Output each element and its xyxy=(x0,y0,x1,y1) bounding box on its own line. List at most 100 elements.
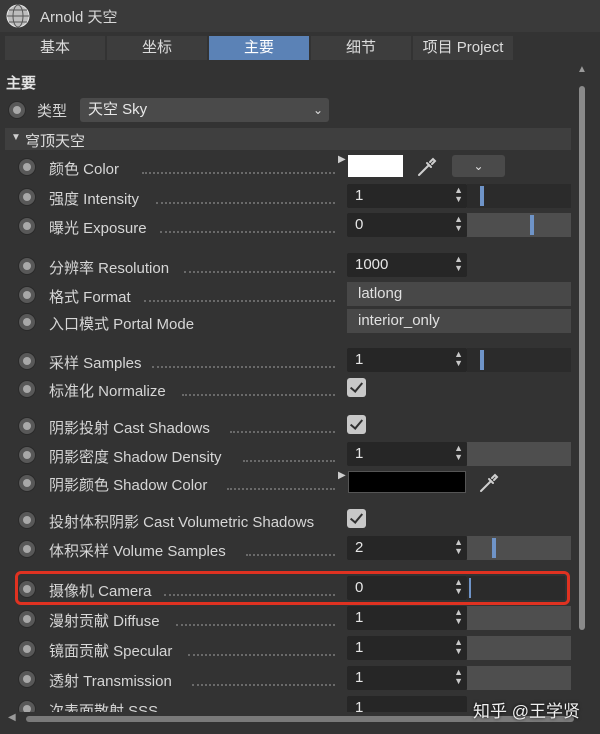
param-row-portal-mode: 入口模式 Portal Mode interior_only xyxy=(0,309,575,335)
intensity-slider[interactable] xyxy=(467,184,571,208)
eyedropper-icon[interactable] xyxy=(476,470,502,496)
tab-basic[interactable]: 基本 xyxy=(5,36,105,60)
stepper-icon[interactable]: ▲ ▼ xyxy=(454,538,463,556)
param-label: 体积采样 Volume Samples xyxy=(49,543,226,560)
normalize-keyframe-icon[interactable] xyxy=(18,380,36,398)
param-row-specular: 镜面贡献 Specular 1 ▲ ▼ xyxy=(0,636,575,662)
eyedropper-icon[interactable] xyxy=(414,154,440,180)
transmission-slider[interactable] xyxy=(467,666,571,690)
specular-field[interactable]: 1 ▲ ▼ xyxy=(347,636,467,660)
exposure-keyframe-icon[interactable] xyxy=(18,217,36,235)
expand-arrow-icon[interactable]: ▶ xyxy=(338,154,346,165)
leader-dots xyxy=(142,172,335,174)
volume-samples-keyframe-icon[interactable] xyxy=(18,540,36,558)
volume-samples-slider[interactable] xyxy=(467,536,571,560)
shadow-color-keyframe-icon[interactable] xyxy=(18,474,36,492)
exposure-slider[interactable] xyxy=(467,213,571,237)
resolution-field[interactable]: 1000 ▲ ▼ xyxy=(347,253,467,277)
tab-coordinates[interactable]: 坐标 xyxy=(107,36,207,60)
param-label: 分辨率 Resolution xyxy=(49,260,170,277)
param-row-shadow-color: 阴影颜色 Shadow Color ▶ xyxy=(0,470,575,496)
slider-handle[interactable] xyxy=(492,538,496,558)
volume-samples-field[interactable]: 2 ▲ ▼ xyxy=(347,536,467,560)
shadow-density-slider[interactable] xyxy=(467,442,571,466)
stepper-icon[interactable]: ▲ ▼ xyxy=(454,668,463,686)
stepper-icon[interactable]: ▲ ▼ xyxy=(454,255,463,273)
samples-keyframe-icon[interactable] xyxy=(18,352,36,370)
collapse-arrow-icon[interactable]: ▼ xyxy=(11,132,21,143)
stepper-icon[interactable]: ▲ ▼ xyxy=(454,186,463,204)
intensity-keyframe-icon[interactable] xyxy=(18,188,36,206)
color-keyframe-icon[interactable] xyxy=(18,158,36,176)
stepper-icon[interactable]: ▲ ▼ xyxy=(454,350,463,368)
stepper-icon[interactable]: ▲ ▼ xyxy=(454,638,463,656)
specular-slider[interactable] xyxy=(467,636,571,660)
intensity-field[interactable]: 1 ▲ ▼ xyxy=(347,184,467,208)
cast-volumetric-shadows-keyframe-icon[interactable] xyxy=(18,511,36,529)
sky-sphere-icon xyxy=(6,4,30,28)
slider-handle[interactable] xyxy=(480,186,484,206)
window-title: Arnold 天空 xyxy=(40,9,118,26)
shadow-density-field[interactable]: 1 ▲ ▼ xyxy=(347,442,467,466)
scroll-left-arrow-icon[interactable]: ◀ xyxy=(8,712,16,723)
format-keyframe-icon[interactable] xyxy=(18,286,36,304)
type-value: 天空 Sky xyxy=(88,101,148,118)
chevron-down-icon: ⌄ xyxy=(312,103,323,117)
field-value: 1 xyxy=(355,669,364,686)
portal-mode-keyframe-icon[interactable] xyxy=(18,313,36,331)
leader-dots xyxy=(160,231,335,233)
param-label: 投射体积阴影 Cast Volumetric Shadows xyxy=(49,514,315,531)
stepper-icon[interactable]: ▲ ▼ xyxy=(454,608,463,626)
type-dropdown[interactable]: 天空 Sky ⌄ xyxy=(80,98,329,122)
field-value: 1 xyxy=(355,351,364,368)
param-label: 标准化 Normalize xyxy=(49,383,166,400)
param-label: 镜面贡献 Specular xyxy=(49,643,173,660)
shadow-density-keyframe-icon[interactable] xyxy=(18,446,36,464)
tab-details[interactable]: 细节 xyxy=(311,36,411,60)
cast-shadows-keyframe-icon[interactable] xyxy=(18,417,36,435)
leader-dots xyxy=(176,624,335,626)
param-row-volume-samples: 体积采样 Volume Samples 2 ▲ ▼ xyxy=(0,536,575,562)
samples-slider[interactable] xyxy=(467,348,571,372)
stepper-icon[interactable]: ▲ ▼ xyxy=(454,215,463,233)
cast-volumetric-shadows-checkbox[interactable] xyxy=(347,509,366,528)
leader-dots xyxy=(246,554,335,556)
diffuse-slider[interactable] xyxy=(467,606,571,630)
sss-field[interactable]: 1 xyxy=(347,696,467,712)
field-value: 2 xyxy=(355,539,364,556)
cast-shadows-checkbox[interactable] xyxy=(347,415,366,434)
diffuse-field[interactable]: 1 ▲ ▼ xyxy=(347,606,467,630)
tab-project[interactable]: 项目 Project xyxy=(413,36,513,60)
sss-keyframe-icon[interactable] xyxy=(18,700,36,712)
group-header-dome-sky[interactable]: ▼ 穹顶天空 xyxy=(5,128,571,150)
transmission-field[interactable]: 1 ▲ ▼ xyxy=(347,666,467,690)
resolution-keyframe-icon[interactable] xyxy=(18,257,36,275)
param-label: 阴影颜色 Shadow Color xyxy=(49,477,208,494)
portal-mode-field[interactable]: interior_only xyxy=(347,309,571,333)
slider-handle[interactable] xyxy=(530,215,534,235)
samples-field[interactable]: 1 ▲ ▼ xyxy=(347,348,467,372)
param-row-normalize: 标准化 Normalize xyxy=(0,376,575,402)
exposure-field[interactable]: 0 ▲ ▼ xyxy=(347,213,467,237)
expand-arrow-icon[interactable]: ▶ xyxy=(338,470,346,481)
type-label: 类型 xyxy=(37,103,68,120)
normalize-checkbox[interactable] xyxy=(347,378,366,397)
specular-keyframe-icon[interactable] xyxy=(18,640,36,658)
tab-main[interactable]: 主要 xyxy=(209,36,309,60)
stepper-icon[interactable]: ▲ ▼ xyxy=(454,444,463,462)
format-field[interactable]: latlong xyxy=(347,282,571,306)
scroll-up-arrow-icon[interactable]: ▲ xyxy=(577,64,587,75)
type-keyframe-icon[interactable] xyxy=(8,101,26,119)
leader-dots xyxy=(184,271,335,273)
transmission-keyframe-icon[interactable] xyxy=(18,670,36,688)
color-swatch[interactable] xyxy=(348,155,403,177)
color-mode-dropdown[interactable]: ⌄ xyxy=(452,155,505,177)
scrollbar-thumb[interactable] xyxy=(579,86,585,630)
slider-handle[interactable] xyxy=(480,350,484,370)
shadow-color-swatch[interactable] xyxy=(348,471,466,493)
diffuse-keyframe-icon[interactable] xyxy=(18,610,36,628)
param-label: 入口模式 Portal Mode xyxy=(49,316,195,333)
leader-dots xyxy=(227,488,335,490)
vertical-scrollbar[interactable]: ▲ xyxy=(577,64,587,714)
param-row-format: 格式 Format latlong xyxy=(0,282,575,308)
